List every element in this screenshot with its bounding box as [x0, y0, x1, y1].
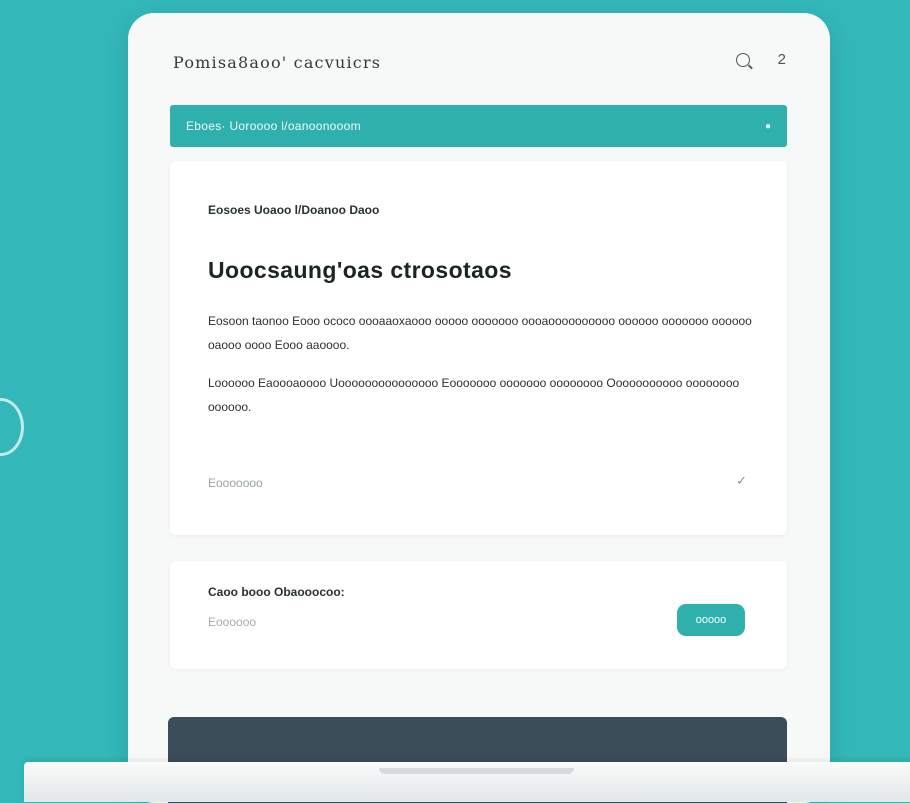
subscribe-caption: Eoooooo	[208, 615, 257, 629]
subscribe-card: Caoo booo Obaooocoo: Eoooooo ooooo	[170, 561, 787, 669]
menu-dot-icon[interactable]: ●	[765, 121, 771, 132]
article-footer-label: Eooooooo	[208, 476, 263, 490]
article-card: Eosoes Uoaoo l/Doanoo Daoo Uoocsaung'oas…	[170, 161, 787, 535]
subscribe-button[interactable]: ooooo	[677, 604, 745, 636]
app-window: Pomisa8aoo' cacvuicrs 2 Eboes· Uoroooo l…	[128, 13, 830, 803]
laptop-base	[24, 762, 910, 802]
header-banner[interactable]: Eboes· Uoroooo l/oanoonooom ●	[170, 105, 787, 147]
laptop-hinge	[379, 768, 574, 774]
article-paragraph-2: Loooooo Eaoooaoooo Uooooooooooooooo Eooo…	[208, 376, 740, 414]
article-heading: Uoocsaung'oas ctrosotaos	[208, 257, 512, 283]
banner-text: Eboes· Uoroooo l/oanoonooom	[186, 119, 361, 133]
search-icon[interactable]	[735, 52, 750, 67]
article-eyebrow: Eosoes Uoaoo l/Doanoo Daoo	[208, 203, 380, 217]
article-paragraph-1: Eosoon taonoo Eooo ococo oooaaoxaooo ooo…	[208, 314, 752, 352]
window-title: Pomisa8aoo' cacvuicrs	[173, 53, 382, 72]
notification-count[interactable]: 2	[778, 51, 786, 68]
check-icon[interactable]: ✓	[736, 473, 747, 489]
top-icons: 2	[735, 51, 786, 68]
decorative-arc	[0, 398, 24, 456]
subscribe-title: Caoo booo Obaooocoo:	[208, 585, 345, 599]
